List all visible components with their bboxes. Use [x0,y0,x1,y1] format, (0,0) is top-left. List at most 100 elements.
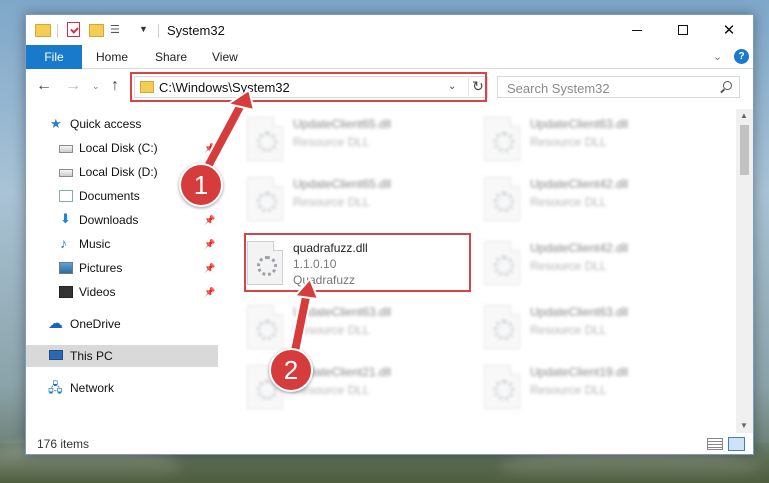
close-button[interactable]: ✕ [706,15,752,45]
toolbar-divider [57,24,58,38]
drive-icon [59,145,73,153]
scroll-down-icon[interactable]: ▼ [740,421,748,430]
step-2-badge: 2 [269,348,313,392]
tab-file[interactable]: File [26,45,82,69]
dll-file-icon [247,117,283,161]
sidebar-item-label: Documents [79,189,140,203]
list-item[interactable]: UpdateClient63.dll Resource DLL [460,301,680,359]
sidebar-item-downloads[interactable]: ⬇ Downloads 📌 [26,209,218,231]
maximize-button[interactable] [660,15,706,45]
customize-list-icon[interactable]: ☰ [110,23,124,37]
sidebar-item-this-pc[interactable]: This PC [26,345,218,367]
sidebar-item-label: Music [79,237,111,251]
step-1-badge: 1 [179,163,223,207]
file-name: UpdateClient42.dll [530,241,629,255]
folder-icon[interactable] [35,24,51,37]
sidebar-item-label: Videos [79,285,116,299]
list-item[interactable]: UpdateClient65.dll Resource DLL [223,113,443,171]
this-pc-icon [49,350,63,360]
sidebar-item-quick-access[interactable]: ★ Quick access [26,113,218,135]
help-icon[interactable]: ? [734,49,749,64]
sidebar-item-local-disk-c[interactable]: Local Disk (C:) 📌 [26,137,218,159]
scroll-up-icon[interactable]: ▲ [740,111,748,120]
minimize-icon [632,29,642,31]
network-icon: 🖧 [48,380,63,395]
onedrive-icon: ☁ [48,315,63,332]
videos-icon [59,286,73,298]
file-description: Resource DLL [530,259,607,273]
recent-locations-chevron-icon[interactable]: ⌄ [92,81,100,92]
address-highlight-box [130,72,487,102]
file-name: UpdateClient19.dll [530,365,629,379]
dll-file-icon [484,241,520,285]
list-item[interactable]: UpdateClient65.dll Resource DLL [223,173,443,231]
list-item[interactable]: UpdateClient21.dll Resource DLL [223,361,443,419]
pictures-icon [59,262,73,274]
pin-icon[interactable]: 📌 [204,263,215,274]
list-item[interactable]: UpdateClient42.dll Resource DLL [460,173,680,231]
pin-icon[interactable]: 📌 [204,143,215,154]
download-icon: ⬇ [60,211,71,226]
file-highlight-box [244,233,471,292]
large-icons-view-icon[interactable] [728,437,745,451]
star-icon: ★ [50,116,62,131]
search-icon[interactable] [723,81,732,90]
navigation-pane: ★ Quick access Local Disk (C:) 📌 Local D… [26,109,218,429]
title-divider [158,24,159,38]
dll-file-icon [247,305,283,349]
list-item[interactable]: UpdateClient63.dll Resource DLL [460,113,680,171]
details-view-icon[interactable] [707,438,723,450]
sidebar-item-pictures[interactable]: Pictures 📌 [26,257,218,279]
music-icon: ♪ [60,235,67,251]
back-arrow-icon[interactable]: ← [36,77,52,95]
search-input[interactable]: Search System32 [507,81,610,96]
vertical-scrollbar[interactable]: ▲ ▼ [736,109,753,433]
sidebar-item-label: OneDrive [70,317,121,331]
pin-icon[interactable]: 📌 [204,239,215,250]
new-folder-icon[interactable] [89,24,104,37]
file-name: UpdateClient65.dll [293,177,392,191]
sidebar-item-label: This PC [70,349,113,363]
pin-icon[interactable]: 📌 [204,215,215,226]
close-icon: ✕ [722,22,736,39]
sidebar-item-label: Downloads [79,213,139,227]
expand-ribbon-chevron-icon[interactable]: ⌄ [713,50,722,63]
drive-icon [59,169,73,177]
file-description: Resource DLL [293,323,370,337]
dll-file-icon [484,177,520,221]
sidebar-item-music[interactable]: ♪ Music 📌 [26,233,218,255]
forward-arrow-icon[interactable]: → [65,77,81,95]
search-box[interactable]: Search System32 [497,76,740,98]
tab-view[interactable]: View [212,45,238,69]
quick-access-dropdown-icon[interactable]: ▼ [139,24,148,40]
file-name: UpdateClient42.dll [530,177,629,191]
sidebar-item-onedrive[interactable]: ☁ OneDrive [26,313,218,335]
title-bar: ☰ ▼ System32 ✕ [26,15,753,45]
dll-file-icon [484,365,520,409]
sidebar-item-label: Quick access [70,117,142,131]
sidebar-item-videos[interactable]: Videos 📌 [26,281,218,303]
tab-home[interactable]: Home [96,45,128,69]
dll-file-icon [484,117,520,161]
scroll-thumb[interactable] [740,125,749,175]
list-item[interactable]: UpdateClient19.dll Resource DLL [460,361,680,419]
dll-file-icon [247,177,283,221]
file-name: UpdateClient65.dll [293,117,392,131]
list-item[interactable]: UpdateClient63.dll Resource DLL [223,301,443,359]
up-arrow-icon[interactable]: ↑ [111,77,119,95]
sidebar-item-label: Pictures [79,261,123,275]
list-item[interactable]: UpdateClient42.dll Resource DLL [460,237,680,295]
documents-icon [59,190,73,202]
pin-icon[interactable]: 📌 [204,287,215,298]
properties-icon[interactable] [67,22,80,37]
navigation-bar: ← → ⌄ ↑ C:\Windows\System32 ⌄ ↻ Search S… [26,70,753,104]
ribbon-tabs: File Home Share View ⌄ ? [26,45,753,69]
sidebar-item-label: Local Disk (C:) [79,141,158,155]
tab-share[interactable]: Share [155,45,187,69]
sidebar-item-label: Local Disk (D:) [79,165,158,179]
file-name: UpdateClient63.dll [530,117,629,131]
sidebar-item-network[interactable]: 🖧 Network [26,377,218,399]
file-description: Resource DLL [530,135,607,149]
minimize-button[interactable] [614,15,660,45]
file-name: UpdateClient63.dll [293,305,392,319]
